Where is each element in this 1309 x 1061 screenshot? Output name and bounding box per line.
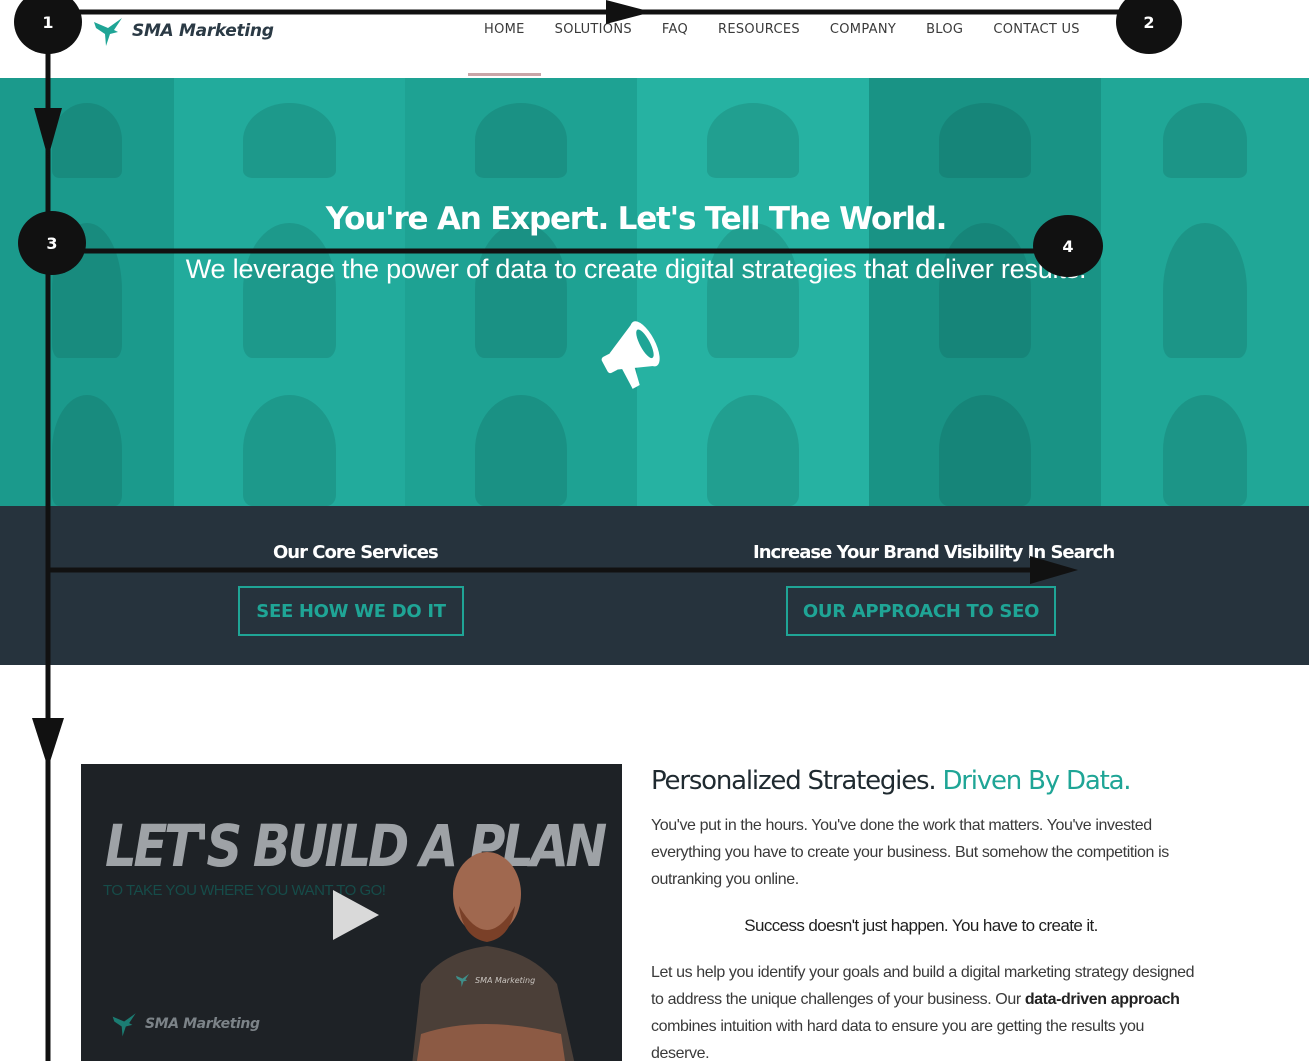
- presenter-image: [412, 852, 575, 1061]
- hummingbird-icon: [112, 1013, 136, 1037]
- hero-photo-tile: [0, 358, 174, 506]
- hero-person-silhouette: [243, 395, 336, 506]
- nav-blog[interactable]: BLOG: [926, 22, 963, 37]
- hero-photo-tile: [0, 78, 174, 178]
- nav-solutions[interactable]: SOLUTIONS: [555, 22, 632, 37]
- hero-banner: You're An Expert. Let's Tell The World. …: [0, 78, 1309, 506]
- core-services-heading: Our Core Services: [273, 542, 439, 563]
- hero-person-silhouette: [1163, 223, 1247, 358]
- main-nav: HOME SOLUTIONS FAQ RESOURCES COMPANY BLO…: [468, 22, 1080, 76]
- site-header: SMA Marketing HOME SOLUTIONS FAQ RESOURC…: [0, 0, 1309, 78]
- hero-photo-tile: [1101, 78, 1309, 178]
- hero-title: You're An Expert. Let's Tell The World.: [325, 201, 948, 237]
- hero-photo-tile: [174, 78, 405, 178]
- intro-paragraph: You've put in the hours. You've done the…: [651, 817, 1169, 888]
- nav-home[interactable]: HOME: [468, 22, 541, 76]
- hero-person-silhouette: [938, 395, 1032, 506]
- arrow-head-down-lower: [32, 718, 64, 768]
- hero-person-silhouette: [52, 103, 122, 178]
- megaphone-icon: [601, 321, 660, 389]
- nav-company[interactable]: COMPANY: [830, 22, 896, 37]
- section-heading: Personalized Strategies. Driven By Data.: [651, 766, 1132, 796]
- see-how-we-do-it-button[interactable]: SEE HOW WE DO IT: [238, 586, 464, 636]
- site-logo[interactable]: SMA Marketing: [92, 14, 274, 48]
- hero-person-silhouette: [706, 223, 800, 358]
- section-heading-main: Personalized Strategies.: [651, 766, 943, 796]
- hero-person-silhouette: [938, 103, 1032, 178]
- cta-band: Our Core Services SEE HOW WE DO IT Incre…: [0, 506, 1309, 665]
- hero-person-silhouette: [1163, 395, 1247, 506]
- hero-photo-tile: [869, 358, 1101, 506]
- hero-person-silhouette: [938, 223, 1032, 358]
- hero-person-silhouette: [474, 223, 568, 358]
- hero-person-silhouette: [474, 395, 568, 506]
- hero-subtitle: We leverage the power of data to create …: [185, 254, 1087, 284]
- hero-person-silhouette: [243, 103, 336, 178]
- hero-person-silhouette: [243, 223, 336, 358]
- hero-photo-tile: [1101, 358, 1309, 506]
- video-logo-text: SMA Marketing: [145, 1016, 260, 1032]
- approach-paragraph: Let us help you identify your goals and …: [651, 959, 1196, 1061]
- hero-photo-tile: [405, 78, 637, 178]
- shirt-logo: SMA Marketing: [455, 972, 535, 988]
- intro-video[interactable]: LET'S BUILD A PLAN TO TAKE YOU WHERE YOU…: [81, 764, 622, 1061]
- hero-person-silhouette: [52, 223, 122, 358]
- nav-faq[interactable]: FAQ: [662, 22, 688, 37]
- hero-photo-tile: [174, 358, 405, 506]
- logo-text: SMA Marketing: [132, 21, 274, 41]
- hummingbird-icon: [455, 973, 470, 988]
- success-statement: Success doesn't just happen. You have to…: [744, 916, 1098, 935]
- hummingbird-icon: [94, 18, 122, 46]
- approach-text-end: combines intuition with hard data to ens…: [651, 1018, 1144, 1061]
- hero-photo-tile: [869, 78, 1101, 178]
- hero-person-silhouette: [474, 103, 568, 178]
- nav-contact-us[interactable]: CONTACT US: [993, 22, 1080, 37]
- shirt-logo-text: SMA Marketing: [475, 975, 536, 985]
- hero-person-silhouette: [706, 395, 800, 506]
- approach-text-bold: data-driven approach: [1024, 991, 1180, 1008]
- video-logo: SMA Marketing: [111, 1010, 260, 1038]
- hero-person-silhouette: [52, 395, 122, 506]
- section-heading-accent: Driven By Data.: [942, 766, 1131, 796]
- play-icon[interactable]: [331, 888, 381, 942]
- nav-resources[interactable]: RESOURCES: [718, 22, 800, 37]
- seo-approach-button[interactable]: OUR APPROACH TO SEO: [786, 586, 1056, 636]
- hero-person-silhouette: [706, 103, 800, 178]
- hero-person-silhouette: [1163, 103, 1247, 178]
- brand-visibility-heading: Increase Your Brand Visibility In Search: [753, 542, 1115, 563]
- hero-photo-tile: [637, 78, 869, 178]
